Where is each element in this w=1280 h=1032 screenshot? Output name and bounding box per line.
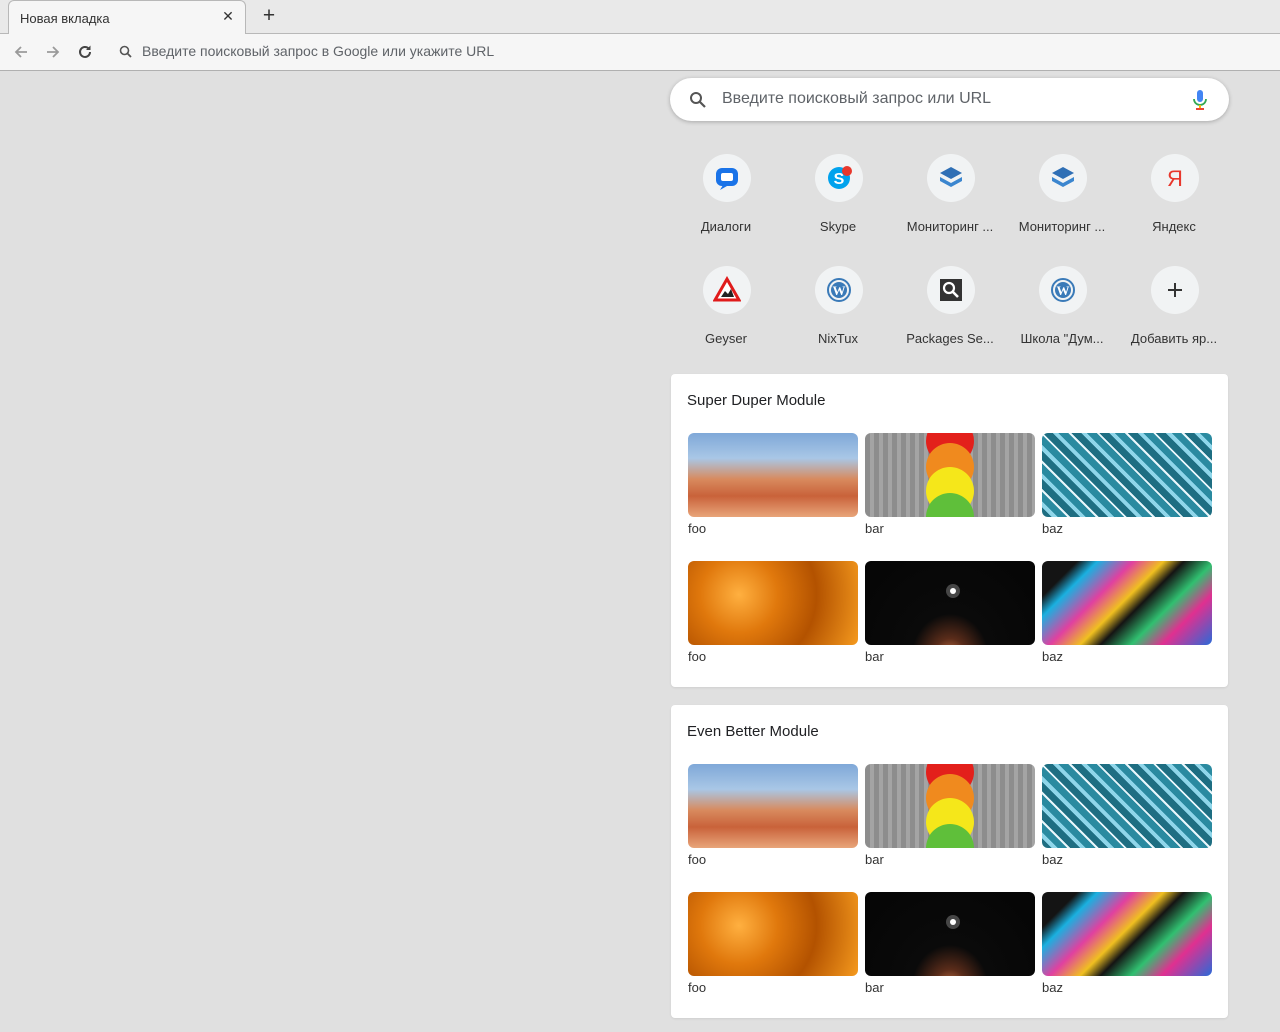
microphone-icon[interactable] bbox=[1191, 89, 1209, 111]
wordpress-icon: W bbox=[827, 278, 851, 302]
svg-text:W: W bbox=[1057, 283, 1070, 298]
tile-image bbox=[688, 892, 858, 976]
module-tile[interactable]: bar bbox=[865, 892, 1035, 1000]
messages-icon bbox=[716, 168, 738, 190]
new-tab-button[interactable]: + bbox=[259, 5, 279, 26]
shortcut-label: Яндекс bbox=[1152, 219, 1196, 234]
packages-search-icon bbox=[940, 279, 962, 301]
svg-text:W: W bbox=[833, 283, 846, 298]
geyser-icon bbox=[713, 276, 741, 302]
shortcut-label: Диалоги bbox=[700, 219, 752, 234]
module-tile[interactable]: bar bbox=[865, 764, 1035, 872]
shortcut-tile[interactable]: S Skype bbox=[782, 146, 894, 258]
reload-icon bbox=[79, 45, 91, 58]
tile-label: bar bbox=[865, 649, 884, 664]
tile-label: foo bbox=[688, 521, 707, 536]
tile-label: foo bbox=[688, 649, 707, 664]
address-bar-placeholder: Введите поисковый запрос в Google или ук… bbox=[142, 43, 495, 59]
tile-label: foo bbox=[688, 852, 707, 867]
shortcut-label: Packages Se... bbox=[906, 331, 994, 346]
tile-image bbox=[865, 561, 1035, 645]
wordpress-icon: W bbox=[1051, 278, 1075, 302]
shortcut-tile[interactable]: Я Яндекс bbox=[1118, 146, 1230, 258]
plus-icon bbox=[1168, 283, 1182, 297]
tile-image bbox=[688, 561, 858, 645]
tile-image bbox=[688, 764, 858, 848]
tile-image bbox=[1042, 764, 1212, 848]
layers-icon bbox=[1052, 167, 1074, 187]
module-tile[interactable]: foo bbox=[688, 764, 858, 872]
module-tile[interactable]: bar bbox=[865, 561, 1035, 669]
module-card: Even Better Module foo bar baz foo bar b… bbox=[671, 705, 1228, 1018]
tile-image bbox=[865, 433, 1035, 517]
module-tile[interactable]: baz bbox=[1042, 433, 1212, 541]
shortcut-label: NixTux bbox=[818, 331, 858, 346]
toolbar: Введите поисковый запрос в Google или ук… bbox=[0, 34, 1280, 71]
search-box[interactable]: Введите поисковый запрос или URL bbox=[670, 78, 1229, 121]
search-placeholder: Введите поисковый запрос или URL bbox=[722, 90, 992, 107]
tile-label: foo bbox=[688, 980, 707, 995]
address-bar[interactable]: Введите поисковый запрос в Google или ук… bbox=[112, 39, 1272, 65]
shortcut-tile[interactable]: Мониторинг ... bbox=[1006, 146, 1118, 258]
tile-label: bar bbox=[865, 980, 884, 995]
shortcut-label: Школа "Дум... bbox=[1020, 331, 1104, 346]
module-tile[interactable]: foo bbox=[688, 561, 858, 669]
tile-label: baz bbox=[1042, 521, 1063, 536]
shortcut-tile[interactable]: Мониторинг ... bbox=[894, 146, 1006, 258]
module-tile[interactable]: bar bbox=[865, 433, 1035, 541]
module-tile[interactable]: foo bbox=[688, 433, 858, 541]
svg-text:Я: Я bbox=[1167, 166, 1183, 191]
module-tile[interactable]: baz bbox=[1042, 561, 1212, 669]
back-button[interactable] bbox=[10, 41, 32, 63]
tile-label: baz bbox=[1042, 649, 1063, 664]
arrow-left-icon bbox=[14, 46, 27, 58]
shortcut-label: Skype bbox=[819, 219, 857, 234]
tile-label: bar bbox=[865, 521, 884, 536]
shortcut-label: Geyser bbox=[705, 331, 747, 346]
shortcut-label: Добавить яр... bbox=[1130, 331, 1218, 346]
tile-image bbox=[865, 764, 1035, 848]
shortcut-tile[interactable]: W Школа "Дум... bbox=[1006, 258, 1118, 370]
tile-image bbox=[1042, 892, 1212, 976]
shortcut-label: Мониторинг ... bbox=[906, 219, 994, 234]
shortcut-tile[interactable]: Packages Se... bbox=[894, 258, 1006, 370]
add-shortcut-button[interactable]: Добавить яр... bbox=[1118, 258, 1230, 370]
tile-image bbox=[688, 433, 858, 517]
module-title: Super Duper Module bbox=[687, 392, 826, 409]
tile-label: baz bbox=[1042, 852, 1063, 867]
module-tile[interactable]: baz bbox=[1042, 764, 1212, 872]
tile-image bbox=[1042, 433, 1212, 517]
tile-image bbox=[1042, 561, 1212, 645]
skype-icon: S bbox=[828, 166, 852, 189]
shortcut-tile[interactable]: W NixTux bbox=[782, 258, 894, 370]
search-icon bbox=[690, 92, 706, 108]
module-tile[interactable]: baz bbox=[1042, 892, 1212, 1000]
tab-title: Новая вкладка bbox=[20, 11, 110, 26]
close-tab-icon[interactable]: ✕ bbox=[220, 8, 236, 24]
module-title: Even Better Module bbox=[687, 723, 819, 740]
tab-new-tab[interactable]: Новая вкладка ✕ bbox=[8, 0, 246, 35]
tab-strip: Новая вкладка ✕ + bbox=[0, 0, 1280, 35]
yandex-icon: Я bbox=[1167, 166, 1183, 191]
layers-icon bbox=[940, 167, 962, 187]
module-tile[interactable]: foo bbox=[688, 892, 858, 1000]
search-icon bbox=[119, 45, 132, 58]
shortcut-label: Мониторинг ... bbox=[1018, 219, 1106, 234]
forward-button[interactable] bbox=[42, 41, 64, 63]
shortcuts-grid: Диалоги S Skype Мониторинг ... Мониторин… bbox=[670, 146, 1230, 370]
arrow-right-icon bbox=[47, 46, 60, 58]
tile-label: baz bbox=[1042, 980, 1063, 995]
tile-label: bar bbox=[865, 852, 884, 867]
module-card: Super Duper Module foo bar baz foo bar b… bbox=[671, 374, 1228, 687]
shortcut-tile[interactable]: Geyser bbox=[670, 258, 782, 370]
reload-button[interactable] bbox=[74, 41, 96, 63]
shortcut-tile[interactable]: Диалоги bbox=[670, 146, 782, 258]
tile-image bbox=[865, 892, 1035, 976]
